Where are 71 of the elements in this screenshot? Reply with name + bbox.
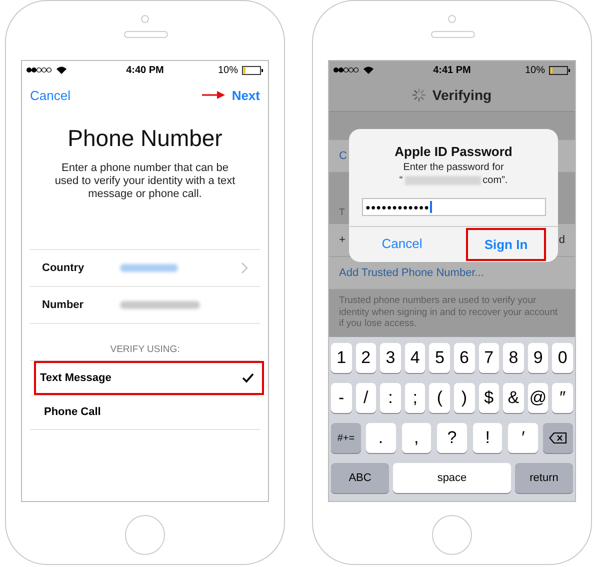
battery-percent: 10% [524,64,545,76]
keyboard-key[interactable]: - [331,383,352,413]
option-row[interactable]: Text Message [34,361,264,395]
section-header: VERIFY USING: [109,344,181,357]
camera-dot [141,15,149,23]
status-time: 4:40 PM [126,64,164,76]
battery-percent: 10% [218,64,238,76]
battery-icon [549,66,571,74]
keyboard-key[interactable]: ABC [331,463,389,493]
wifi-icon [56,66,67,74]
signal-icon [333,67,359,73]
keyboard-key[interactable]: : [380,383,401,413]
keyboard-key[interactable]: ? [437,423,467,453]
row-text: d [558,234,565,246]
speaker-slot [431,31,475,38]
delete-icon [548,432,567,444]
signal-icon [26,67,52,73]
spinner-icon [412,88,426,102]
keyboard-key[interactable]: 8 [503,343,524,373]
keyboard-key[interactable]: ( [429,383,450,413]
keyboard-key[interactable]: 6 [454,343,475,373]
keyboard-key[interactable]: / [356,383,376,413]
cancel-link[interactable]: Cancel [30,88,70,102]
keyboard-key[interactable]: @ [528,383,548,413]
keyboard-key[interactable]: 4 [404,343,426,373]
delete-key[interactable] [542,423,573,453]
dialog-title: Apple ID Password [394,144,512,159]
keyboard-key[interactable]: #+= [331,423,361,453]
checkmark-icon [242,373,254,383]
option-row[interactable]: Phone Call [30,395,260,429]
keyboard-key[interactable]: ! [472,423,502,453]
status-time: 4:41 PM [433,64,471,76]
keyboard-key[interactable]: & [503,383,524,413]
speaker-slot [124,31,168,38]
next-link[interactable]: Next [232,88,260,102]
blurred-value [120,264,178,272]
footer-text: Trusted phone numbers are used to verify your identity when signing in and to recover your account if you lose access. [338,294,559,331]
wifi-icon [363,66,374,74]
keyboard-key[interactable]: , [402,423,432,453]
keyboard-key[interactable]: . [366,423,396,453]
keyboard-key[interactable]: space [393,463,511,493]
keyboard-key[interactable]: 2 [356,343,376,373]
section-header: T [339,207,345,218]
keyboard-key[interactable]: 5 [429,343,450,373]
keyboard-key[interactable]: ) [454,383,475,413]
keyboard-key[interactable]: return [515,463,573,493]
keyboard-key[interactable]: 1 [331,343,352,373]
nav-title: Verifying [432,87,492,103]
keyboard-key[interactable]: 3 [380,343,401,373]
keyboard-key[interactable]: ″ [552,383,573,413]
dialog-message: com”. [482,175,508,186]
row-text: C [339,150,347,162]
keyboard-key[interactable]: 7 [478,343,500,373]
field-label: Number [42,299,85,311]
keyboard-key[interactable]: $ [478,383,500,413]
home-button[interactable] [432,515,472,555]
row-text: + [339,234,346,246]
keyboard-key[interactable]: 0 [552,343,573,373]
page-title: Phone Number [66,125,224,152]
dialog-message: “ [399,175,403,186]
description-text: Enter a phone number that can be used to verify your identity with a text message or phone call. [54,162,236,201]
keyboard-key[interactable]: ; [404,383,426,413]
chevron-icon[interactable] [241,262,248,274]
keyboard-key[interactable]: 9 [528,343,548,373]
battery-icon [242,66,264,74]
field-label: Country [42,262,86,274]
dialog-message: Enter the password for [403,162,504,173]
home-button[interactable] [125,515,165,555]
password-field[interactable]: ●●●●●●●●●●●● [362,198,546,216]
camera-dot [448,15,456,23]
keyboard-key[interactable]: ′ [508,423,538,453]
